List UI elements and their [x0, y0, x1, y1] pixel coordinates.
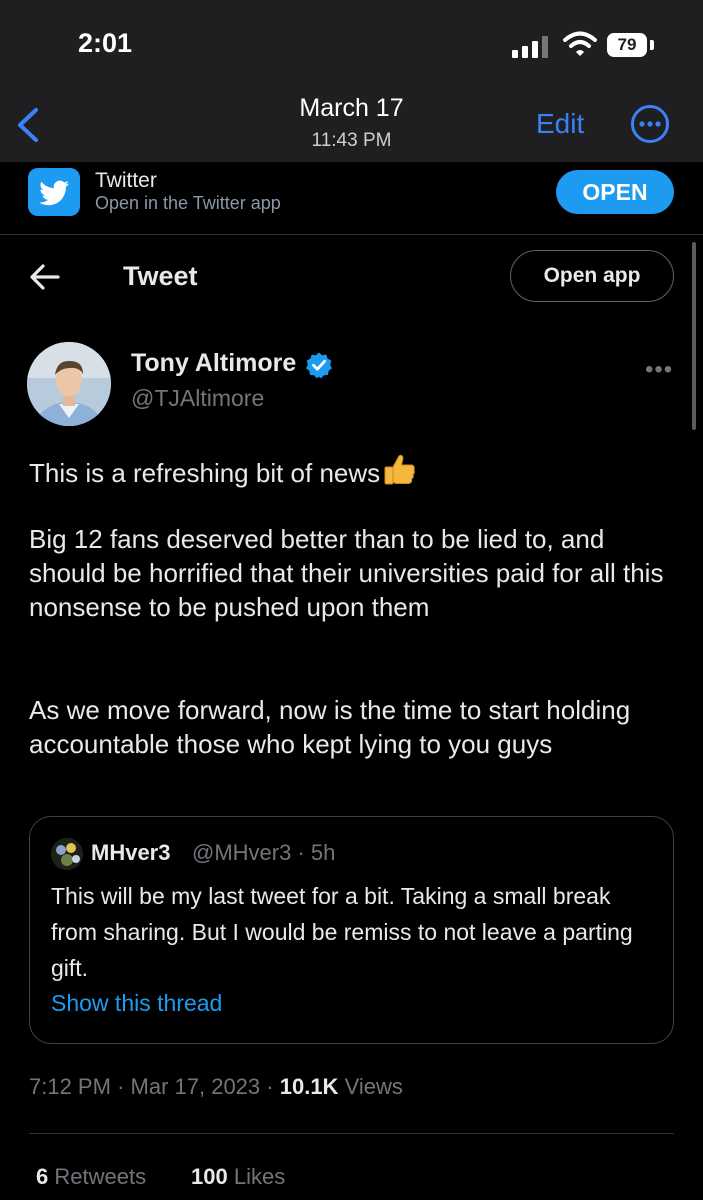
meta-separator-2: · — [266, 1074, 274, 1099]
likes-stat[interactable]: 100 Likes — [191, 1164, 285, 1190]
scrollbar[interactable] — [692, 242, 696, 430]
divider — [29, 1133, 674, 1134]
quoted-tweet-text: This will be my last tweet for a bit. Ta… — [51, 883, 633, 981]
more-options-icon[interactable] — [630, 104, 670, 144]
quoted-age: 5h — [310, 840, 336, 865]
edit-button[interactable]: Edit — [536, 108, 584, 140]
page-title: Tweet — [123, 261, 198, 291]
wifi-icon — [563, 31, 597, 56]
quoted-meta: @MHver3 · 5h — [192, 840, 335, 866]
tweet-meta: 7:12 PM · Mar 17, 2023 · 10.1K Views — [29, 1074, 403, 1100]
conversation-time: 11:43 PM — [311, 130, 392, 151]
twitter-bird-icon — [28, 168, 80, 216]
tweet-text-paragraph-2: Big 12 fans deserved better than to be l… — [29, 524, 664, 622]
tweet-time[interactable]: 7:12 PM — [29, 1074, 111, 1099]
meta-separator-1: · — [117, 1074, 125, 1099]
battery-icon: 79 — [607, 33, 647, 57]
show-thread-link[interactable]: Show this thread — [51, 990, 222, 1017]
avatar-photo — [27, 342, 111, 426]
tweet-more-icon[interactable]: ••• — [645, 356, 673, 384]
tweet-text-paragraph-3: As we move forward, now is the time to s… — [29, 695, 631, 759]
battery-tip — [650, 40, 654, 50]
banner-subtitle: Open in the Twitter app — [95, 193, 281, 213]
author-name[interactable]: Tony Altimore — [131, 349, 296, 378]
open-in-app-button[interactable]: OPEN — [556, 170, 674, 214]
views-label: Views — [344, 1074, 403, 1099]
retweets-stat[interactable]: 6 Retweets — [36, 1164, 146, 1190]
battery-level: 79 — [617, 35, 637, 54]
open-app-button[interactable]: Open app — [510, 250, 674, 302]
cellular-signal-icon — [512, 36, 552, 58]
views-count: 10.1K — [279, 1074, 339, 1099]
conversation-date: March 17 — [299, 94, 404, 122]
retweets-count: 6 — [36, 1164, 49, 1189]
verified-badge-icon — [306, 352, 332, 379]
quoted-avatar-image — [51, 838, 83, 870]
retweets-label: Retweets — [54, 1164, 147, 1189]
quoted-author-handle[interactable]: @MHver3 — [192, 840, 291, 865]
quoted-avatar[interactable] — [51, 838, 83, 870]
quoted-author-name[interactable]: MHver3 — [91, 840, 170, 866]
likes-count: 100 — [191, 1164, 228, 1189]
likes-label: Likes — [233, 1164, 286, 1189]
tweet-date[interactable]: Mar 17, 2023 — [131, 1074, 261, 1099]
avatar[interactable] — [27, 342, 111, 426]
thumbs-up-icon — [384, 454, 415, 485]
tweet-text-intro: This is a refreshing bit of news — [29, 458, 381, 488]
back-arrow-icon[interactable] — [28, 262, 62, 292]
quoted-separator: · — [297, 840, 305, 865]
author-handle[interactable]: @TJAltimore — [131, 385, 264, 412]
banner-title: Twitter — [95, 169, 157, 192]
status-time: 2:01 — [78, 28, 133, 58]
tweet-text-line1: This is a refreshing bit of news — [29, 452, 679, 490]
